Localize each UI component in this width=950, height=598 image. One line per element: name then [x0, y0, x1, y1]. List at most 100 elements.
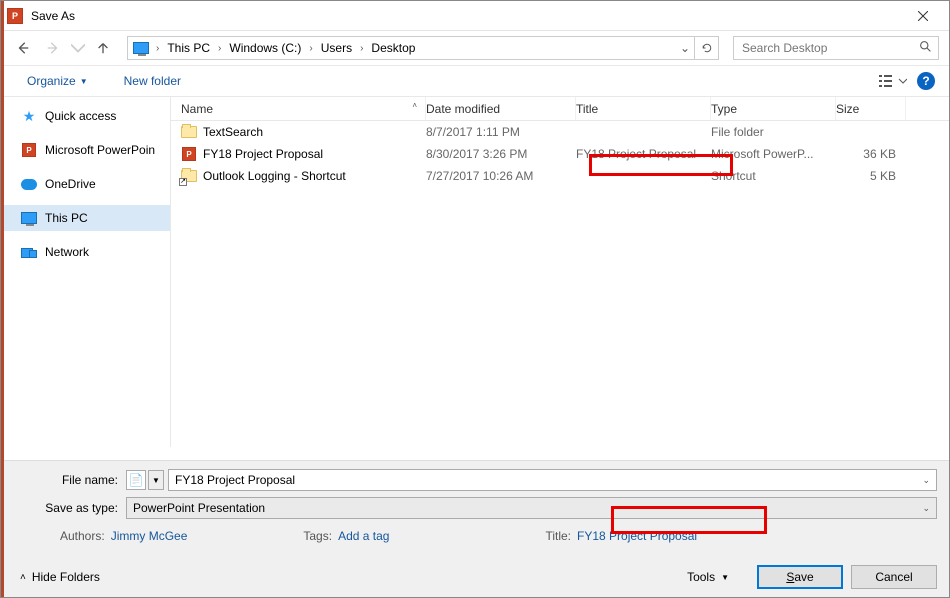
network-icon	[21, 244, 37, 260]
caret-up-icon: ˄	[20, 572, 26, 583]
view-options-icon	[879, 74, 907, 88]
cancel-button[interactable]: Cancel	[851, 565, 937, 589]
view-options-button[interactable]	[875, 70, 911, 92]
sidebar-item-label: Quick access	[45, 109, 116, 123]
file-name-input[interactable]: FY18 Project Proposal ⌄	[168, 469, 937, 491]
toolbar: Organize ▼ New folder ?	[1, 65, 949, 97]
hide-folders-label: Hide Folders	[32, 570, 100, 584]
file-date: 7/27/2017 10:26 AM	[426, 169, 576, 183]
tags-label: Tags:	[303, 529, 332, 543]
chevron-down-icon: ▼	[721, 573, 729, 582]
header-title[interactable]: Title	[576, 97, 711, 120]
window-close-button[interactable]	[903, 1, 943, 31]
close-icon	[918, 11, 928, 21]
file-name: Outlook Logging - Shortcut	[203, 169, 346, 183]
file-date: 8/30/2017 3:26 PM	[426, 147, 576, 161]
file-type: Microsoft PowerP...	[711, 147, 836, 161]
save-type-select[interactable]: PowerPoint Presentation ⌄	[126, 497, 937, 519]
powerpoint-app-icon: P	[7, 8, 23, 24]
file-title: FY18 Project Proposal	[576, 147, 711, 161]
address-history-dropdown[interactable]: ⌄	[676, 41, 694, 55]
chevron-down-icon: ▼	[80, 77, 88, 86]
organize-menu[interactable]: Organize ▼	[21, 70, 94, 92]
sidebar-item-onedrive[interactable]: OneDrive	[1, 171, 170, 197]
sidebar-item-label: This PC	[45, 211, 88, 225]
cloud-icon	[21, 176, 37, 192]
authors-label: Authors:	[60, 529, 105, 543]
filetype-icon-dropdown[interactable]: ▼	[148, 470, 164, 490]
file-size: 5 KB	[836, 169, 906, 183]
header-size[interactable]: Size	[836, 97, 906, 120]
powerpoint-icon: P	[21, 142, 37, 158]
chevron-right-icon[interactable]: ›	[305, 37, 316, 59]
crumb-desktop[interactable]: Desktop	[367, 37, 419, 59]
this-pc-icon	[130, 38, 152, 58]
crumb-users[interactable]: Users	[317, 37, 356, 59]
sidebar-item-label: Microsoft PowerPoin	[45, 143, 155, 157]
cancel-label: Cancel	[875, 570, 912, 584]
file-type: Shortcut	[711, 169, 836, 183]
header-date[interactable]: Date modified	[426, 97, 576, 120]
refresh-button[interactable]	[694, 37, 718, 59]
file-name-label: File name:	[16, 473, 126, 487]
search-input[interactable]	[740, 40, 919, 56]
header-name[interactable]: Name˄	[171, 97, 426, 120]
file-name: TextSearch	[203, 125, 263, 139]
filetype-icon[interactable]: 📄	[126, 470, 146, 490]
crumb-drive[interactable]: Windows (C:)	[225, 37, 305, 59]
folder-icon	[181, 124, 197, 140]
address-bar[interactable]: › This PC › Windows (C:) › Users › Deskt…	[127, 36, 719, 60]
main-area: ★ Quick access P Microsoft PowerPoin One…	[1, 97, 949, 447]
help-button[interactable]: ?	[917, 72, 935, 90]
monitor-icon	[21, 210, 37, 226]
refresh-icon	[701, 42, 713, 54]
file-type: File folder	[711, 125, 836, 139]
chevron-down-icon[interactable]: ⌄	[922, 475, 930, 486]
crumb-this-pc[interactable]: This PC	[163, 37, 214, 59]
chevron-right-icon[interactable]: ›	[356, 37, 367, 59]
file-row[interactable]: P FY18 Project Proposal 8/30/2017 3:26 P…	[171, 143, 949, 165]
sidebar-item-quick-access[interactable]: ★ Quick access	[1, 103, 170, 129]
metadata-row: Authors: Jimmy McGee Tags: Add a tag Tit…	[16, 529, 937, 543]
save-type-value: PowerPoint Presentation	[133, 501, 265, 515]
file-name: FY18 Project Proposal	[203, 147, 323, 161]
title-label: Title:	[545, 529, 571, 543]
authors-value[interactable]: Jimmy McGee	[111, 529, 188, 543]
sidebar-item-label: OneDrive	[45, 177, 96, 191]
sidebar: ★ Quick access P Microsoft PowerPoin One…	[1, 97, 171, 447]
header-type[interactable]: Type	[711, 97, 836, 120]
bottom-pane: File name: 📄 ▼ FY18 Project Proposal ⌄ S…	[4, 460, 949, 597]
action-row: ˄ Hide Folders Tools ▼ Save Cancel	[16, 565, 937, 589]
sidebar-item-this-pc[interactable]: This PC	[1, 205, 170, 231]
chevron-right-icon[interactable]: ›	[214, 37, 225, 59]
navbar: › This PC › Windows (C:) › Users › Deskt…	[1, 31, 949, 65]
chevron-right-icon[interactable]: ›	[152, 37, 163, 59]
search-icon	[919, 40, 932, 56]
column-headers: Name˄ Date modified Title Type Size	[171, 97, 949, 121]
file-name-value: FY18 Project Proposal	[175, 473, 295, 487]
nav-up-button[interactable]	[91, 36, 115, 60]
nav-back-button[interactable]	[11, 36, 35, 60]
organize-label: Organize	[27, 74, 76, 88]
save-label: Save	[786, 570, 813, 584]
nav-recent-dropdown[interactable]	[71, 36, 85, 60]
sort-indicator-icon: ˄	[412, 101, 417, 110]
file-row[interactable]: ↗ Outlook Logging - Shortcut 7/27/2017 1…	[171, 165, 949, 187]
powerpoint-file-icon: P	[181, 146, 197, 162]
tags-value[interactable]: Add a tag	[338, 529, 389, 543]
nav-forward-button[interactable]	[41, 36, 65, 60]
new-folder-button[interactable]: New folder	[118, 70, 187, 92]
file-row[interactable]: TextSearch 8/7/2017 1:11 PM File folder	[171, 121, 949, 143]
shortcut-icon: ↗	[181, 168, 197, 184]
file-date: 8/7/2017 1:11 PM	[426, 125, 576, 139]
star-icon: ★	[21, 108, 37, 124]
file-size: 36 KB	[836, 147, 906, 161]
save-button[interactable]: Save	[757, 565, 843, 589]
tools-menu[interactable]: Tools ▼	[687, 570, 729, 584]
sidebar-item-network[interactable]: Network	[1, 239, 170, 265]
title-value[interactable]: FY18 Project Proposal	[577, 529, 697, 543]
new-folder-label: New folder	[124, 74, 181, 88]
hide-folders-button[interactable]: ˄ Hide Folders	[20, 570, 100, 584]
sidebar-item-powerpoint[interactable]: P Microsoft PowerPoin	[1, 137, 170, 163]
search-box[interactable]	[733, 36, 939, 60]
